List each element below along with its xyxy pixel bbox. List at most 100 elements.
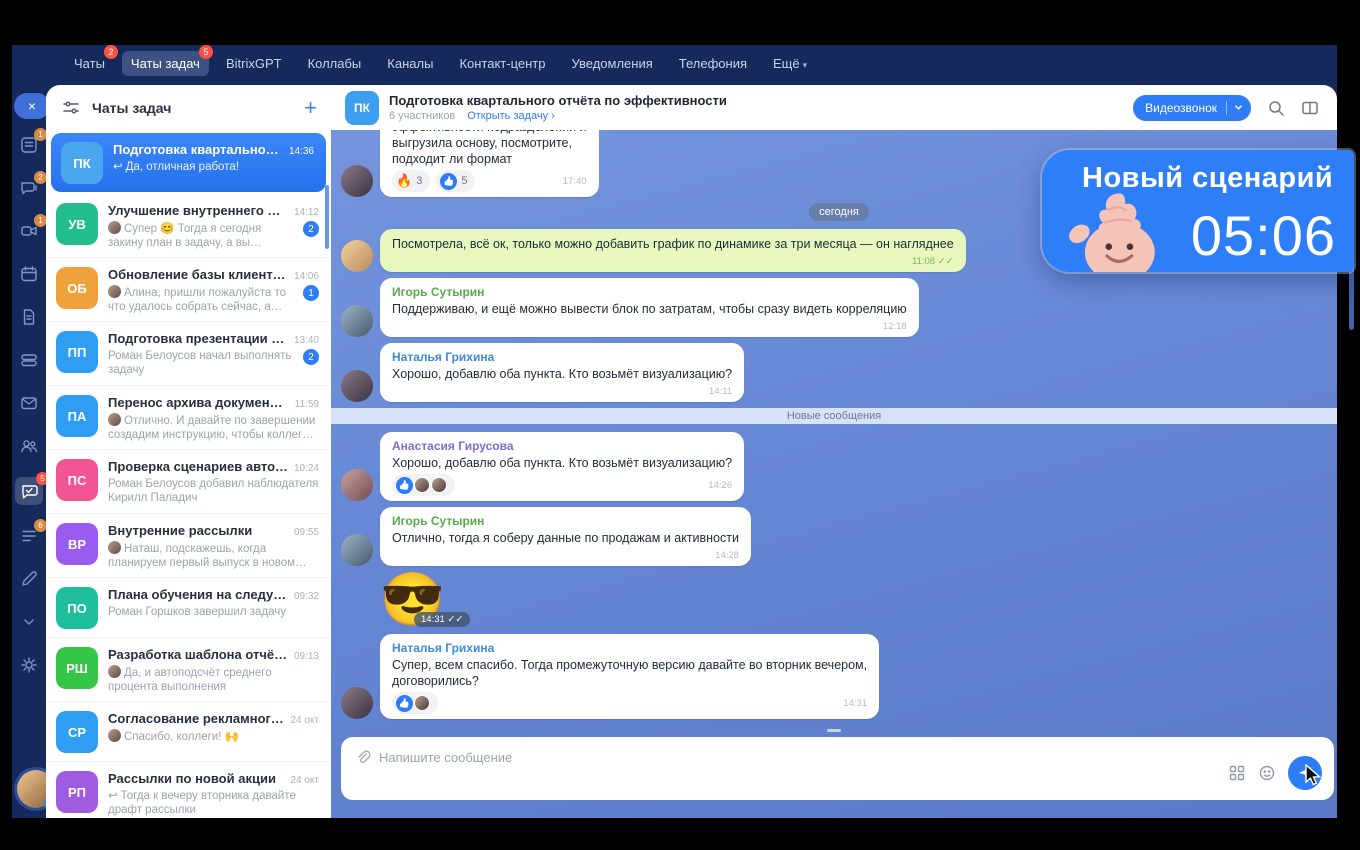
rail-icon-list: 1 2 1 5 6 xyxy=(12,133,46,677)
chat-list-item[interactable]: ПКПодготовка квартального отчёта...14:36… xyxy=(51,133,326,192)
chat-item-title: Согласование рекламного мак... xyxy=(108,711,284,726)
close-sidebar-button[interactable]: × xyxy=(14,93,50,119)
message-bubble[interactable]: Игорь СутыринОтлично, тогда я соберу дан… xyxy=(380,507,751,566)
sender-avatar[interactable] xyxy=(341,687,373,719)
nav-badge: 5 xyxy=(199,45,213,59)
unread-badge: 2 xyxy=(303,221,319,237)
people-icon[interactable] xyxy=(17,434,41,458)
video-call-button[interactable]: Видеозвонок xyxy=(1133,95,1251,121)
reply-icon: ↩ xyxy=(113,161,123,173)
chat-list-item[interactable]: РШРазработка шаблона отчёта по п...09:13… xyxy=(46,638,331,702)
chat-list-item[interactable]: УВУлучшение внутреннего онборди...14:12С… xyxy=(46,194,331,258)
drive-icon[interactable] xyxy=(17,348,41,372)
sender-name[interactable]: Наталья Грихина xyxy=(392,350,732,364)
messenger-icon[interactable]: 2 xyxy=(17,176,41,200)
tasks-icon[interactable]: 6 xyxy=(17,524,41,548)
message-bubble[interactable]: Наталья ГрихинаХорошо, добавлю оба пункт… xyxy=(380,343,744,402)
chat-item-title: Рассылки по новой акции xyxy=(108,771,284,786)
nav-item-ещё[interactable]: Ещё▾ xyxy=(764,51,816,76)
nav-item-label: Ещё xyxy=(773,56,800,71)
reaction-chip[interactable]: 👍 xyxy=(392,692,438,714)
reaction-chip[interactable]: 👍 xyxy=(392,474,455,496)
message-text: договорились? xyxy=(392,673,867,689)
document-icon[interactable] xyxy=(17,305,41,329)
chat-list-scrollbar[interactable] xyxy=(325,185,329,249)
sender-avatar[interactable] xyxy=(341,469,373,501)
news-feed-icon[interactable]: 1 xyxy=(17,133,41,157)
message-bubble[interactable]: Анастасия Гирусова Хорошо, добавлю оба пу… xyxy=(380,432,744,501)
chat-list-item[interactable]: ПСПроверка сценариев автоматиче...10:24Р… xyxy=(46,450,331,514)
sender-avatar[interactable] xyxy=(341,534,373,566)
video-call-icon[interactable]: 1 xyxy=(17,219,41,243)
nav-item-коллабы[interactable]: Коллабы xyxy=(299,51,371,76)
sender-name[interactable]: Игорь Сутырин xyxy=(392,285,907,299)
chat-list-item[interactable]: ОБОбновление базы клиентов14:06Алина, пр… xyxy=(46,258,331,322)
nav-item-телефония[interactable]: Телефония xyxy=(670,51,756,76)
nav-item-bitrixgpt[interactable]: BitrixGPT xyxy=(217,51,291,76)
sender-avatar[interactable] xyxy=(341,305,373,337)
sender-avatar[interactable] xyxy=(341,370,373,402)
chat-item-preview: Роман Горшков завершил задачу xyxy=(108,605,319,619)
panel-toggle-icon[interactable] xyxy=(1301,99,1319,117)
chat-list-item[interactable]: ПОПлана обучения на следующий к...09:32Р… xyxy=(46,578,331,638)
composer-drag-handle[interactable] xyxy=(827,729,841,732)
chat-item-time: 14:36 xyxy=(289,146,314,157)
chat-item-avatar: ПК xyxy=(61,142,103,184)
preview-avatar xyxy=(108,221,121,234)
nav-item-label: BitrixGPT xyxy=(226,56,282,71)
chat-list-item[interactable]: ПАПеренос архива документов11:59Отлично.… xyxy=(46,386,331,450)
preview-avatar xyxy=(108,665,121,678)
calendar-icon[interactable] xyxy=(17,262,41,286)
unread-badge: 1 xyxy=(303,285,319,301)
sender-avatar[interactable] xyxy=(341,240,373,272)
chat-list-title: Чаты задач xyxy=(92,100,292,116)
chat-item-title: Плана обучения на следующий к... xyxy=(108,587,288,602)
message-bubble[interactable]: Посмотрела, всё ок, только можно добавит… xyxy=(380,229,966,272)
message-bubble[interactable]: эффективности подразделений ивыгрузила о… xyxy=(380,130,599,197)
chat-item-preview: Роман Белоусов добавил наблюдателя Кирил… xyxy=(108,477,319,505)
sender-avatar[interactable] xyxy=(341,165,373,197)
nav-item-чаты[interactable]: Чаты2 xyxy=(65,51,114,76)
reaction-chip[interactable]: 👍5 xyxy=(436,170,475,192)
chat-list-item[interactable]: ВРВнутренние рассылки09:55Наташ, подскаж… xyxy=(46,514,331,578)
settings-gear-icon[interactable] xyxy=(17,653,41,677)
message-text: Хорошо, добавлю оба пункта. Кто возьмёт … xyxy=(392,455,732,471)
nav-item-контакт-центр[interactable]: Контакт-центр xyxy=(450,51,554,76)
message-composer[interactable]: Напишите сообщение xyxy=(341,737,1334,800)
chat-list-item[interactable]: РПРассылки по новой акции24 окт↩Тогда к … xyxy=(46,762,331,818)
add-chat-button[interactable]: + xyxy=(304,97,317,119)
emoji-message[interactable]: 😎14:31 ✓✓ xyxy=(380,572,445,628)
filter-icon[interactable] xyxy=(62,99,80,117)
mail-icon[interactable] xyxy=(17,391,41,415)
apps-grid-icon[interactable] xyxy=(1228,764,1246,782)
chevron-down-icon[interactable] xyxy=(17,610,41,634)
chat-item-avatar: ВР xyxy=(56,523,98,565)
preview-avatar xyxy=(108,541,121,554)
chat-avatar[interactable]: ПК xyxy=(345,91,379,125)
attach-icon[interactable] xyxy=(355,749,371,765)
chat-list-item[interactable]: СРСогласование рекламного мак...24 октСп… xyxy=(46,702,331,762)
sender-name[interactable]: Игорь Сутырин xyxy=(392,514,739,528)
open-task-link[interactable]: Открыть задачу › xyxy=(467,110,555,122)
pencil-icon[interactable] xyxy=(17,567,41,591)
chat-item-time: 09:13 xyxy=(294,651,319,662)
nav-item-каналы[interactable]: Каналы xyxy=(378,51,442,76)
chat-item-preview: Наташ, подскажешь, когда планируем первы… xyxy=(108,541,319,569)
chat-item-avatar: СР xyxy=(56,711,98,753)
chat-list-item[interactable]: ПППодготовка презентации для пар...13:40… xyxy=(46,322,331,386)
message-bubble[interactable]: Игорь СутыринПоддерживаю, и ещё можно вы… xyxy=(380,278,919,337)
sender-name[interactable]: Анастасия Гирусова xyxy=(392,439,732,453)
nav-badge: 2 xyxy=(104,45,118,59)
search-icon[interactable] xyxy=(1267,99,1285,117)
message-time: 14:31 xyxy=(843,698,867,709)
chat-item-time: 10:24 xyxy=(294,463,319,474)
emoji-icon[interactable] xyxy=(1258,764,1276,782)
nav-item-уведомления[interactable]: Уведомления xyxy=(562,51,661,76)
task-chats-icon[interactable]: 5 xyxy=(15,477,43,505)
nav-item-чаты-задач[interactable]: Чаты задач5 xyxy=(122,51,209,76)
chat-item-title: Проверка сценариев автоматиче... xyxy=(108,459,288,474)
sender-name[interactable]: Наталья Грихина xyxy=(392,641,867,655)
reaction-chip[interactable]: 🔥3 xyxy=(392,170,430,192)
message-bubble[interactable]: Наталья ГрихинаСупер, всем спасибо. Тогд… xyxy=(380,634,879,719)
message-input[interactable]: Напишите сообщение xyxy=(379,750,512,765)
